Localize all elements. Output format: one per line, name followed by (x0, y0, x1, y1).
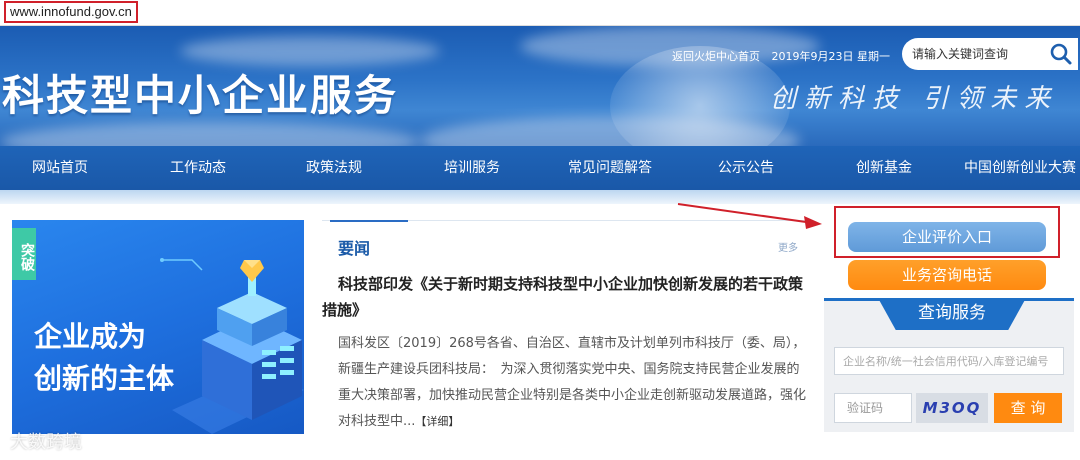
url-text[interactable]: www.innofund.gov.cn (4, 1, 138, 23)
news-section: 要闻 更多 科技部印发《关于新时期支持科技型中小企业加快创新发展的若干政策措施》… (322, 220, 812, 460)
main-nav: 网站首页 工作动态 政策法规 培训服务 常见问题解答 公示公告 创新基金 中国创… (0, 146, 1080, 190)
nav-item-notices[interactable]: 公示公告 (718, 146, 774, 190)
company-search-input[interactable] (834, 347, 1064, 375)
browser-address-bar[interactable]: www.innofund.gov.cn (0, 0, 1080, 26)
query-service-title: 查询服务 (878, 298, 1026, 330)
nav-item-policy[interactable]: 政策法规 (306, 146, 362, 190)
query-service-panel: 查询服务 M3OQ 查 询 (824, 298, 1074, 432)
top-links: 返回火炬中心首页 2019年9月23日 星期一 (672, 48, 898, 64)
nav-decoration (0, 190, 1080, 204)
nav-item-innovation-fund[interactable]: 创新基金 (856, 146, 912, 190)
annotation-highlight-box (834, 206, 1060, 258)
news-headline-link[interactable]: 科技部印发《关于新时期支持科技型中小企业加快创新发展的若干政策措施》 (322, 271, 812, 323)
consultation-phone-button[interactable]: 业务咨询电话 (848, 260, 1046, 290)
detail-link[interactable]: 【详细】 (415, 415, 459, 428)
nav-item-faq[interactable]: 常见问题解答 (568, 146, 652, 190)
search-icon[interactable] (1048, 42, 1074, 66)
news-tab-indicator (330, 220, 408, 222)
news-summary-text: 国科发区〔2019〕268号各省、自治区、直辖市及计划单列市科技厅（委、局），新… (338, 336, 807, 429)
nav-item-home[interactable]: 网站首页 (32, 146, 88, 190)
more-link[interactable]: 更多 (778, 239, 798, 254)
news-heading[interactable]: 要闻 (338, 235, 370, 259)
captcha-image[interactable]: M3OQ (916, 393, 988, 423)
promo-slogan: 企业成为 创新的主体 (34, 316, 174, 400)
nav-item-work-news[interactable]: 工作动态 (170, 146, 226, 190)
promo-line-1: 企业成为 (34, 320, 147, 353)
slogan: 创新科技 引领未来 (770, 84, 1059, 114)
query-submit-button[interactable]: 查 询 (994, 393, 1062, 423)
promo-line-2: 创新的主体 (34, 362, 175, 395)
news-summary: 国科发区〔2019〕268号各省、自治区、直辖市及计划单列市科技厅（委、局），新… (338, 331, 810, 435)
site-banner: 科技型中小企业服务 创新科技 引领未来 返回火炬中心首页 2019年9月23日 … (0, 26, 1080, 146)
watermark-text: 大数跨境 (10, 432, 82, 453)
date-text: 2019年9月23日 星期一 (771, 50, 891, 63)
search-box (902, 38, 1078, 70)
torch-home-link[interactable]: 返回火炬中心首页 (672, 50, 760, 63)
captcha-input[interactable] (834, 393, 912, 423)
site-title: 科技型中小企业服务 (2, 71, 399, 120)
search-input[interactable] (912, 44, 1042, 64)
promo-banner-image[interactable]: 突破 企业成为 创新的主体 (12, 220, 304, 434)
nav-item-contest[interactable]: 中国创新创业大赛 (964, 146, 1076, 190)
nav-item-training[interactable]: 培训服务 (444, 146, 500, 190)
